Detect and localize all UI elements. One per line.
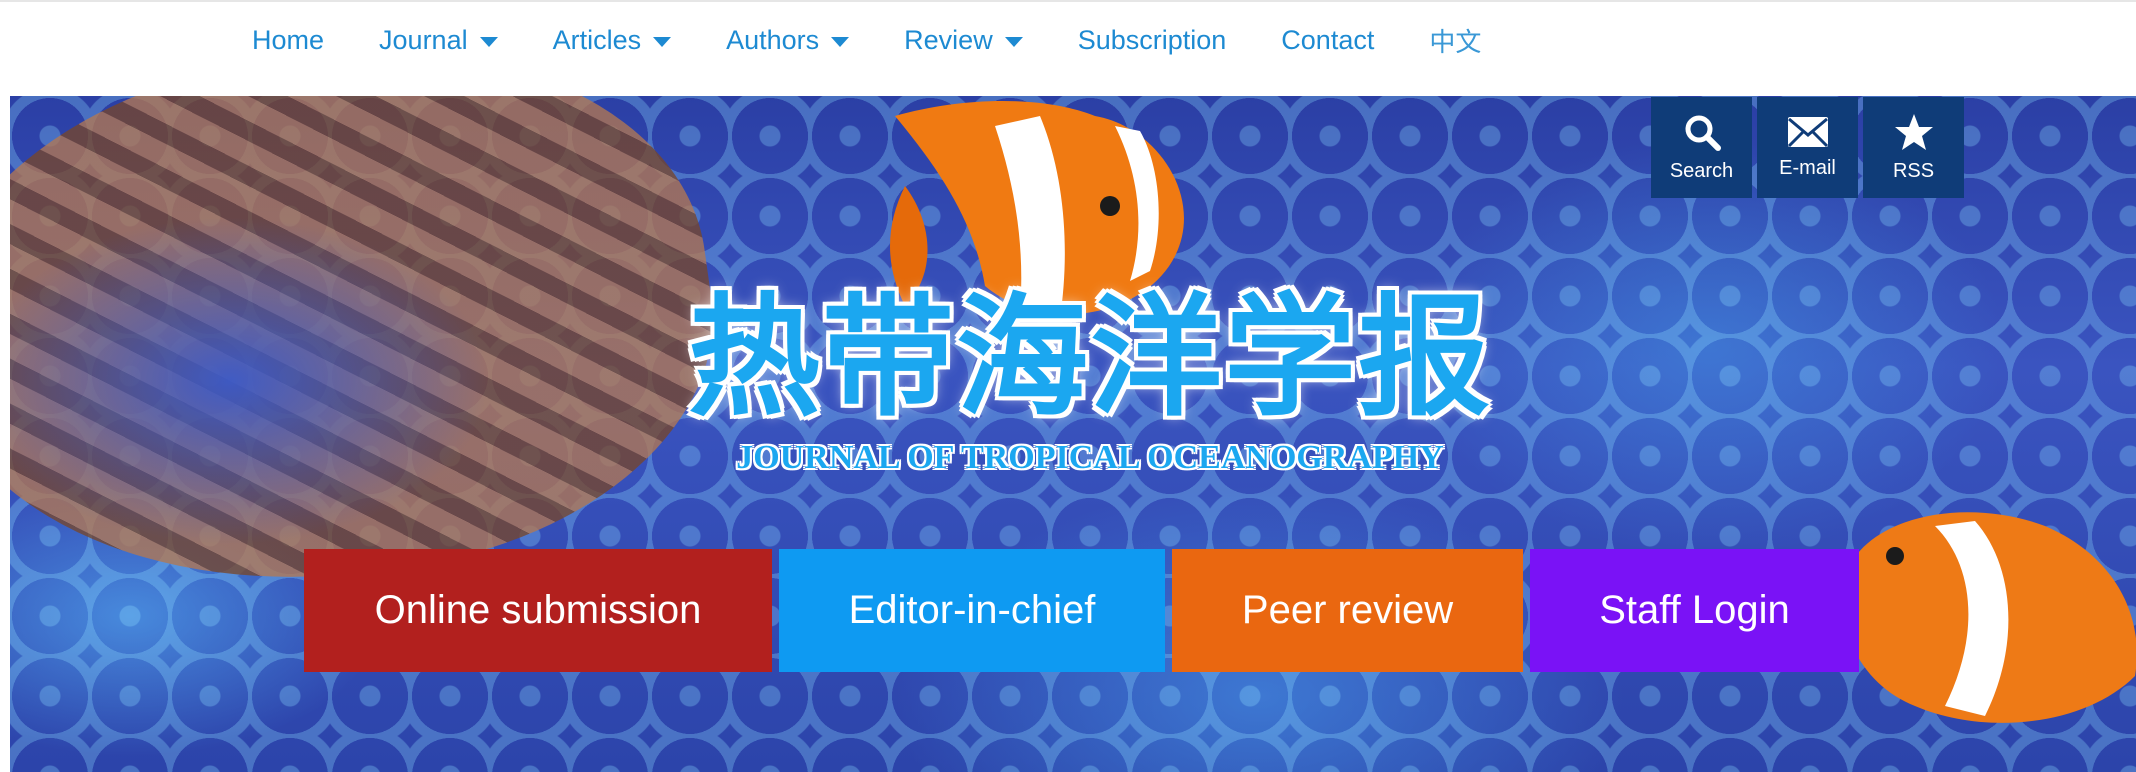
caret-down-icon — [653, 37, 672, 47]
nav-review[interactable]: Review — [904, 25, 1023, 56]
caret-down-icon — [831, 37, 850, 47]
envelope-icon — [1787, 117, 1828, 148]
star-icon — [1894, 114, 1933, 150]
nav-authors-label: Authors — [726, 24, 820, 55]
editor-in-chief-button[interactable]: Editor-in-chief — [779, 549, 1165, 672]
nav-menu: Home Journal Articles Authors Review Sub… — [252, 5, 1536, 75]
nav-authors[interactable]: Authors — [726, 24, 850, 56]
email-label: E-mail — [1779, 157, 1836, 179]
staff-login-button[interactable]: Staff Login — [1530, 549, 1859, 672]
nav-home-label: Home — [252, 24, 325, 55]
top-navigation: Home Journal Articles Authors Review Sub… — [0, 5, 2136, 96]
search-icon — [1685, 115, 1721, 151]
rss-label: RSS — [1892, 160, 1935, 182]
clownfish-image — [1843, 512, 2136, 723]
nav-articles[interactable]: Articles — [553, 25, 672, 56]
nav-journal-label: Journal — [379, 24, 468, 55]
peer-review-button[interactable]: Peer review — [1172, 549, 1523, 672]
search-button[interactable]: Search — [1651, 97, 1752, 198]
quick-tools: Search E-mail RSS — [1651, 97, 1964, 198]
nav-chinese-label: 中文 — [1429, 27, 1482, 58]
nav-journal[interactable]: Journal — [379, 25, 498, 56]
nav-subscription[interactable]: Subscription — [1078, 25, 1227, 56]
nav-contact-label: Contact — [1281, 24, 1375, 55]
journal-title-chinese: 热带海洋学报 — [688, 280, 1492, 435]
rss-button[interactable]: RSS — [1863, 97, 1964, 198]
nav-articles-label: Articles — [552, 24, 642, 55]
nav-contact[interactable]: Contact — [1281, 25, 1374, 56]
nav-home[interactable]: Home — [252, 25, 324, 56]
caret-down-icon — [1004, 37, 1023, 47]
caret-down-icon — [479, 37, 498, 47]
nav-chinese-language[interactable]: 中文 — [1429, 22, 1481, 59]
online-submission-button[interactable]: Online submission — [304, 549, 772, 672]
nav-subscription-label: Subscription — [1077, 24, 1227, 55]
nav-review-label: Review — [904, 24, 993, 55]
email-button[interactable]: E-mail — [1757, 97, 1858, 198]
search-label: Search — [1669, 160, 1734, 182]
journal-title-english: JOURNAL OF TROPICAL OCEANOGRAPHY — [736, 439, 1444, 476]
